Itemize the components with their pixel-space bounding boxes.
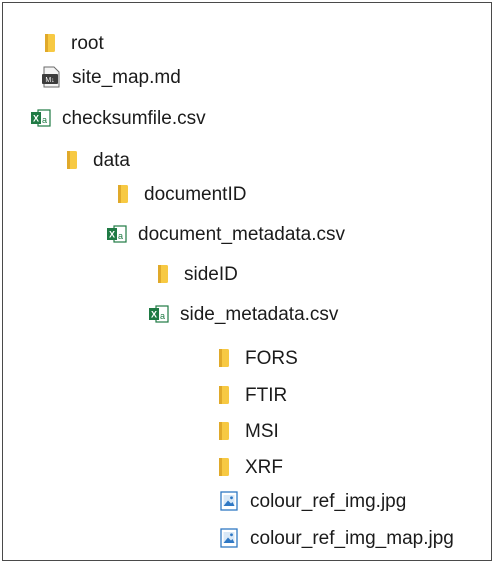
svg-text:X: X xyxy=(33,114,39,124)
tree-item-label: site_map.md xyxy=(72,66,181,88)
svg-text:X: X xyxy=(151,310,157,320)
tree-item-checksumfile[interactable]: a X checksumfile.csv xyxy=(30,104,206,132)
tree-item-data[interactable]: data xyxy=(62,146,130,174)
folder-icon xyxy=(40,32,62,54)
tree-item-label: documentID xyxy=(144,183,247,205)
svg-text:a: a xyxy=(42,115,47,125)
tree-item-document-metadata[interactable]: a X document_metadata.csv xyxy=(106,220,345,248)
tree-item-label: checksumfile.csv xyxy=(62,107,206,129)
tree-item-label: colour_ref_img.jpg xyxy=(250,490,407,512)
tree-item-label: XRF xyxy=(245,456,283,478)
csv-file-icon: a X xyxy=(148,303,170,325)
tree-item-root[interactable]: root xyxy=(40,29,104,57)
folder-icon xyxy=(214,384,236,406)
svg-text:X: X xyxy=(109,230,115,240)
tree-item-xrf[interactable]: XRF xyxy=(214,453,283,481)
tree-item-label: root xyxy=(71,32,104,54)
tree-item-colour-ref-img-map[interactable]: colour_ref_img_map.jpg xyxy=(218,524,454,552)
tree-item-label: FORS xyxy=(245,347,298,369)
tree-item-documentid[interactable]: documentID xyxy=(113,180,246,208)
tree-item-side-metadata[interactable]: a X side_metadata.csv xyxy=(148,300,338,328)
csv-file-icon: a X xyxy=(30,107,52,129)
tree-item-fors[interactable]: FORS xyxy=(214,344,298,372)
tree-item-label: sideID xyxy=(184,263,238,285)
tree-item-label: colour_ref_img_map.jpg xyxy=(250,527,454,549)
svg-text:M↓: M↓ xyxy=(45,77,54,84)
tree-item-msi[interactable]: MSI xyxy=(214,417,279,445)
markdown-file-icon: M↓ xyxy=(40,66,62,88)
tree-item-label: MSI xyxy=(245,420,279,442)
folder-icon xyxy=(214,347,236,369)
folder-icon xyxy=(113,183,135,205)
tree-item-colour-ref-img[interactable]: colour_ref_img.jpg xyxy=(218,487,406,515)
tree-item-ftir[interactable]: FTIR xyxy=(214,381,287,409)
image-file-icon xyxy=(218,527,240,549)
folder-icon xyxy=(214,456,236,478)
svg-text:a: a xyxy=(118,231,123,241)
svg-text:a: a xyxy=(160,311,165,321)
folder-icon xyxy=(62,149,84,171)
image-file-icon xyxy=(218,490,240,512)
tree-item-label: document_metadata.csv xyxy=(138,223,346,245)
tree-item-label: FTIR xyxy=(245,384,288,406)
tree-item-label: data xyxy=(93,149,130,171)
folder-icon xyxy=(214,420,236,442)
folder-icon xyxy=(153,263,175,285)
tree-item-site-map[interactable]: M↓ site_map.md xyxy=(40,63,181,91)
tree-item-label: side_metadata.csv xyxy=(180,303,339,325)
csv-file-icon: a X xyxy=(106,223,128,245)
tree-item-sideid[interactable]: sideID xyxy=(153,260,238,288)
